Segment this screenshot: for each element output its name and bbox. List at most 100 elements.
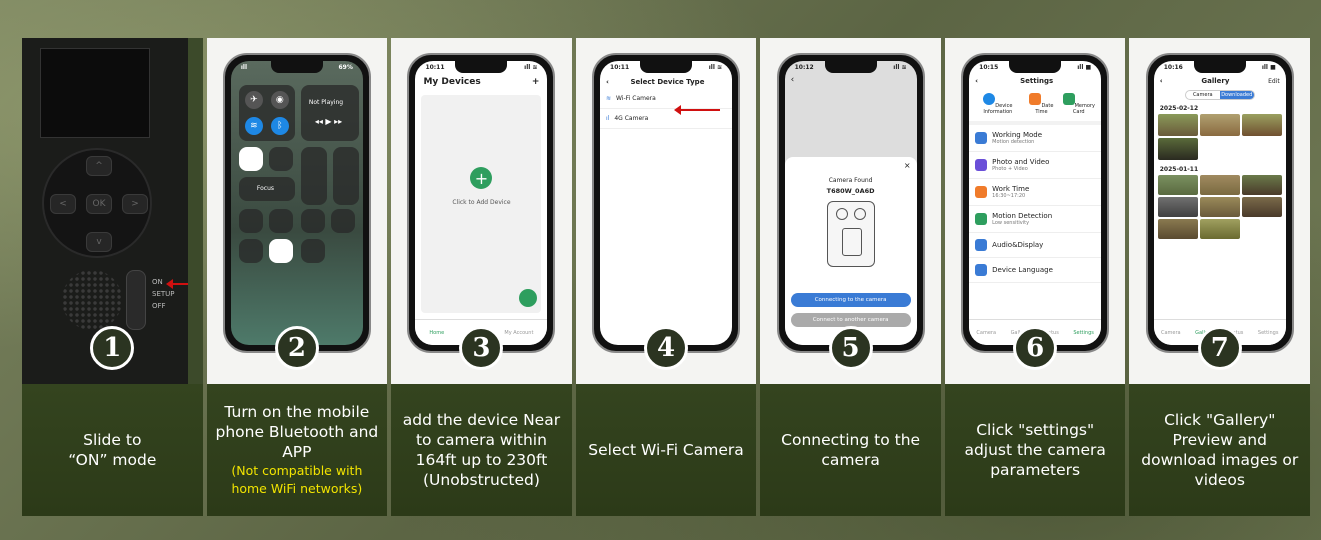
item-label: Memory Card xyxy=(1072,103,1095,115)
caption-text: Connecting to the camera xyxy=(781,431,921,469)
photo-thumb[interactable] xyxy=(1157,114,1198,136)
lens-icon xyxy=(835,208,848,220)
photo-thumb[interactable] xyxy=(1157,197,1198,217)
segment-downloaded[interactable]: Downloaded xyxy=(1219,91,1254,99)
step-panel-4: 10:11 ıll ≋ ‹ Select Device Type ≋ Wi-Fi … xyxy=(575,38,757,516)
setting-row[interactable]: Audio&Display xyxy=(969,233,1102,258)
step-image-7: 10:16 ıll ■ ‹ Gallery Edit Camera Downloa… xyxy=(1129,38,1311,384)
row-title: Motion Detection xyxy=(992,212,1053,220)
caption-text: Click "settings" adjust the camera param… xyxy=(964,421,1106,479)
date-header: 2025-01-11 xyxy=(1159,166,1199,173)
device-area: + Click to Add Device xyxy=(421,95,542,313)
step-caption-3: add the device Near to camera within 164… xyxy=(391,384,572,516)
header: ‹ Settings xyxy=(969,75,1101,87)
tab-settings[interactable]: Settings xyxy=(1073,330,1094,336)
phone-notch xyxy=(824,61,877,73)
step-caption-5: Connecting to the camera xyxy=(760,384,941,516)
signal-icon: ıll ■ xyxy=(1077,64,1092,71)
caption-text: add the device Near to camera within 164… xyxy=(402,411,561,489)
phone-frame: 10:16 ıll ■ ‹ Gallery Edit Camera Downloa… xyxy=(1145,53,1294,353)
edit-button[interactable]: Edit xyxy=(1268,78,1280,85)
quick-items: Device Information Date Time Memory Card xyxy=(969,87,1102,125)
control-center-screen: ıll 69% ✈ ◉ ≋ ᛒ Not Playing ◂◂ ▶ ▸▸ Focu… xyxy=(230,61,363,345)
step-image-1: ^ OK v < > ON SETUP OFF 1 xyxy=(22,38,203,384)
photo-thumb[interactable] xyxy=(1199,197,1240,217)
step-image-3: 10:11 ıll ≋ My Devices + + Click to Add D… xyxy=(391,38,572,384)
now-playing-label: Not Playing xyxy=(308,99,344,106)
photo-grid xyxy=(1154,175,1286,239)
battery-percent: 69% xyxy=(338,64,353,71)
option-wifi-camera[interactable]: ≋ Wi-Fi Camera xyxy=(600,89,733,109)
clock: 10:11 xyxy=(425,64,445,71)
step-panel-2: ıll 69% ✈ ◉ ≋ ᛒ Not Playing ◂◂ ▶ ▸▸ Focu… xyxy=(206,38,388,516)
caption-note: (Not compatible with home WiFi networks) xyxy=(231,463,363,496)
step-panel-1: ^ OK v < > ON SETUP OFF 1 Slide to “ON” … xyxy=(22,38,203,516)
option-4g-camera[interactable]: ıl 4G Camera xyxy=(600,109,733,129)
back-icon[interactable]: ‹ xyxy=(785,75,917,85)
photo-thumb[interactable] xyxy=(1199,175,1240,195)
screen-mirror-icon xyxy=(268,147,293,171)
device-info-item[interactable]: Device Information xyxy=(971,93,1024,115)
close-icon[interactable]: × xyxy=(904,161,911,170)
tab-camera[interactable]: Camera xyxy=(976,330,996,336)
step-caption-4: Select Wi-Fi Camera xyxy=(575,384,757,516)
photo-thumb[interactable] xyxy=(1241,175,1282,195)
speaker-grill xyxy=(62,270,122,330)
add-device-icon[interactable]: + xyxy=(470,167,493,189)
option-label: 4G Camera xyxy=(614,115,649,122)
phone-frame: 10:15 ıll ■ ‹ Settings Device Information… xyxy=(961,53,1110,353)
add-button[interactable]: + xyxy=(532,77,540,87)
tab-settings[interactable]: Settings xyxy=(1258,330,1279,336)
phone-frame: 10:11 ıll ≋ ‹ Select Device Type ≋ Wi-Fi … xyxy=(592,53,741,353)
connect-button[interactable]: Connecting to the camera xyxy=(790,293,911,307)
photo-thumb[interactable] xyxy=(1157,219,1198,239)
photo-thumb[interactable] xyxy=(1241,114,1282,136)
tab-camera[interactable]: Camera xyxy=(1161,330,1181,336)
step-panel-3: 10:11 ıll ≋ My Devices + + Click to Add D… xyxy=(391,38,572,516)
chat-icon[interactable] xyxy=(519,289,538,307)
timer-icon xyxy=(268,209,293,233)
my-devices-screen: 10:11 ıll ≋ My Devices + + Click to Add D… xyxy=(415,61,548,345)
clock: 10:15 xyxy=(979,64,999,71)
photo-thumb[interactable] xyxy=(1199,219,1240,239)
setting-row[interactable]: Work Time 16:30~17:20 xyxy=(969,179,1102,206)
clock: 10:16 xyxy=(1163,64,1183,71)
tab-home[interactable]: Home xyxy=(429,330,444,336)
device-id: T680W_0A6D xyxy=(826,187,875,195)
header: ‹ Gallery Edit xyxy=(1154,75,1286,87)
sd-card-icon xyxy=(1062,93,1075,105)
step-number-badge: 6 xyxy=(1013,326,1058,370)
photo-thumb[interactable] xyxy=(1241,197,1282,217)
tab-my-account[interactable]: My Account xyxy=(504,330,533,336)
step-image-2: ıll 69% ✈ ◉ ≋ ᛒ Not Playing ◂◂ ▶ ▸▸ Focu… xyxy=(206,38,388,384)
phone-frame: 10:11 ıll ≋ My Devices + + Click to Add D… xyxy=(407,53,556,353)
phone-frame: 10:12 ıll ≋ ‹ × Camera Found T680W_0A6D C… xyxy=(776,53,925,353)
photo-thumb[interactable] xyxy=(1199,114,1240,136)
caption-text: Select Wi-Fi Camera xyxy=(588,441,744,459)
phone-frame: ıll 69% ✈ ◉ ≋ ᛒ Not Playing ◂◂ ▶ ▸▸ Focu… xyxy=(222,53,371,353)
memory-card-item[interactable]: Memory Card xyxy=(1058,93,1099,115)
setting-row[interactable]: Motion Detection Low sensitivity xyxy=(969,206,1102,233)
clock: 10:11 xyxy=(610,64,630,71)
add-device-label[interactable]: Click to Add Device xyxy=(421,199,541,206)
connect-another-button[interactable]: Connect to another camera xyxy=(790,313,911,327)
rotation-lock-icon xyxy=(238,147,263,171)
step-number-badge: 7 xyxy=(1197,326,1242,370)
phone-notch xyxy=(455,61,508,73)
date-time-item[interactable]: Date Time xyxy=(1025,93,1059,115)
photo-thumb[interactable] xyxy=(1157,175,1198,195)
setting-row[interactable]: Device Language xyxy=(969,258,1102,283)
language-icon xyxy=(975,264,988,276)
step-panel-7: 10:16 ıll ■ ‹ Gallery Edit Camera Downloa… xyxy=(1129,38,1311,516)
gallery-screen: 10:16 ıll ■ ‹ Gallery Edit Camera Downloa… xyxy=(1153,61,1286,345)
photo-thumb[interactable] xyxy=(1157,138,1198,160)
down-button-icon: v xyxy=(86,232,112,252)
segment-camera[interactable]: Camera xyxy=(1186,91,1220,99)
setting-row[interactable]: Working Mode Motion detection xyxy=(969,125,1102,152)
setting-row[interactable]: Photo and Video Photo + Video xyxy=(969,152,1102,179)
signal-icon: ıll ≋ xyxy=(893,64,907,71)
signal-icon: ıll ≋ xyxy=(524,64,538,71)
option-label: Wi-Fi Camera xyxy=(616,95,656,102)
found-sheet: × Camera Found T680W_0A6D Connecting to … xyxy=(784,157,917,345)
row-title: Device Language xyxy=(992,266,1053,274)
